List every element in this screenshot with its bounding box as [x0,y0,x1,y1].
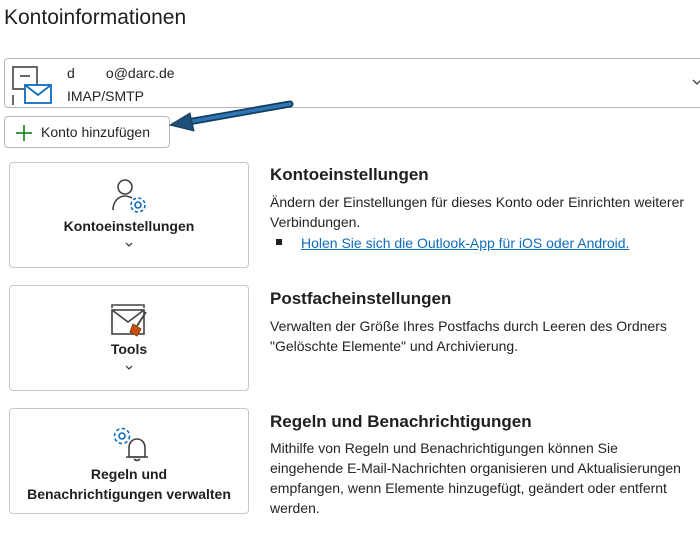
rules-alerts-icon [113,427,148,462]
add-account-label: Konto hinzufügen [41,124,150,140]
chevron-down-icon[interactable] [692,77,700,87]
bullet-icon [276,239,282,245]
section-desc-mailbox-settings: Verwalten der Größe Ihres Postfachs durc… [270,318,667,354]
annotation-arrow-icon [168,100,294,132]
section-desc-rules-alerts: Mithilfe von Regeln und Benachrichtigung… [270,440,681,516]
manage-rules-alerts-button[interactable]: Regeln und Benachrichtigungen verwalten [9,408,249,514]
section-title-rules-alerts: Regeln und Benachrichtigungen [270,412,532,431]
section-title-mailbox-settings: Postfacheinstellungen [270,289,452,308]
account-type: IMAP/SMTP [67,88,145,104]
mailbox-icon [12,66,52,105]
chevron-down-icon [125,365,133,370]
outlook-app-link[interactable]: Holen Sie sich die Outlook-App für iOS o… [301,235,629,251]
account-settings-button[interactable]: Kontoeinstellungen [9,162,249,268]
chevron-down-icon [125,242,133,247]
account-settings-label: Kontoeinstellungen [63,218,195,234]
account-email: d o@darc.de [67,65,175,81]
rules-label-line1: Regeln und [90,466,168,482]
account-settings-icon [112,179,146,213]
tools-label: Tools [110,341,148,357]
mailbox-cleanup-icon [111,304,147,337]
rules-label-line2: Benachrichtigungen verwalten [27,486,231,502]
plus-icon [16,125,32,141]
tools-button[interactable]: Tools [9,285,249,391]
section-title-account-settings: Kontoeinstellungen [270,165,429,184]
account-selector[interactable]: d o@darc.de IMAP/SMTP [4,58,700,108]
add-account-button[interactable]: Konto hinzufügen [4,116,170,148]
section-desc-account-settings: Ändern der Einstellungen für dieses Kont… [270,194,685,230]
page-title: Kontoinformationen [4,6,187,29]
